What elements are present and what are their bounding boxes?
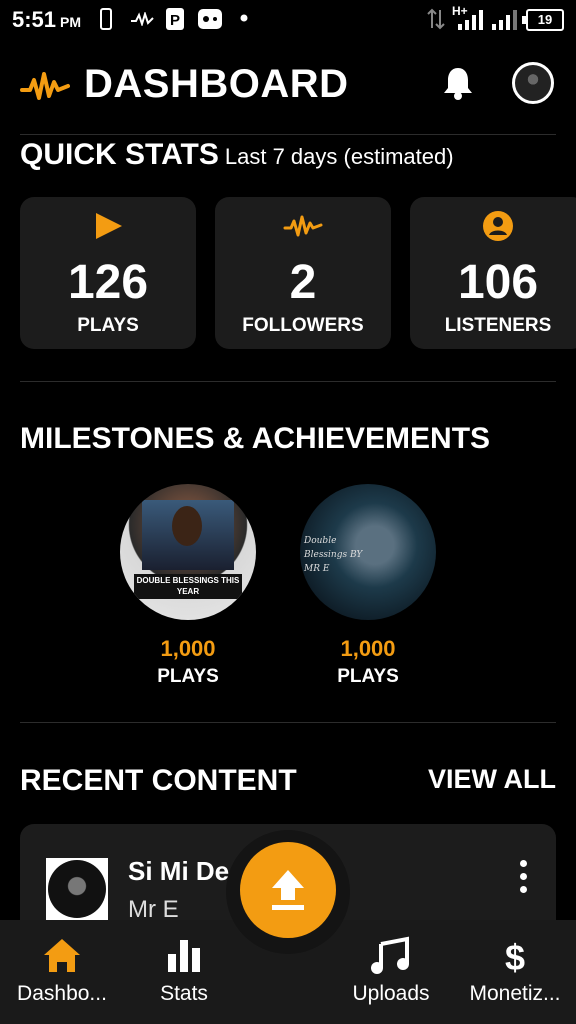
svg-text:$: $ xyxy=(505,937,525,976)
stat-value: 126 xyxy=(67,256,149,309)
divider xyxy=(20,381,556,382)
nav-label: Dashbo... xyxy=(17,982,107,1005)
milestone-item[interactable]: Double Blessings BY MR E 1,000 PLAYS xyxy=(298,484,438,688)
stat-value: 2 xyxy=(289,256,317,309)
status-bar: 5:51 PM P H+ 19 xyxy=(0,0,576,40)
audiomack-logo-icon xyxy=(20,72,70,100)
svg-text:P: P xyxy=(170,12,180,29)
upload-icon xyxy=(272,870,304,910)
milestone-value: 1,000 xyxy=(340,636,396,661)
divider xyxy=(20,134,556,135)
signal-icon xyxy=(458,10,483,30)
milestone-artwork: DOUBLE BLESSINGS THIS YEAR xyxy=(120,484,256,620)
milestone-item[interactable]: DOUBLE BLESSINGS THIS YEAR 1,000 PLAYS xyxy=(118,484,258,688)
nav-item-stats[interactable]: Stats xyxy=(124,920,244,1024)
bell-icon[interactable] xyxy=(442,66,474,100)
app-header: DASHBOARD xyxy=(0,56,576,120)
more-options-icon[interactable] xyxy=(520,860,528,899)
stat-label: PLAYS xyxy=(77,315,139,336)
audiomack-logo-icon xyxy=(283,215,323,237)
nav-label: Uploads xyxy=(352,982,430,1005)
nav-item-dashboard[interactable]: Dashbo... xyxy=(2,920,122,1024)
gamepad-icon xyxy=(198,9,222,29)
stat-label: FOLLOWERS xyxy=(242,315,364,336)
user-circle-icon xyxy=(483,211,513,241)
stat-value: 106 xyxy=(457,256,539,309)
recent-content-heading: RECENT CONTENT xyxy=(20,764,297,797)
milestone-label: PLAYS xyxy=(337,666,399,687)
milestone-value: 1,000 xyxy=(160,636,216,661)
artwork-caption: DOUBLE BLESSINGS THIS YEAR xyxy=(134,574,242,599)
view-all-link[interactable]: VIEW ALL xyxy=(428,764,556,795)
bar-chart-icon xyxy=(168,940,200,972)
notification-dot-icon xyxy=(240,14,248,22)
artwork-caption: Double Blessings BY MR E xyxy=(304,536,363,574)
data-transfer-icon xyxy=(427,8,445,30)
nav-label: Stats xyxy=(160,982,208,1005)
play-icon xyxy=(96,213,122,239)
milestones-heading: MILESTONES & ACHIEVEMENTS xyxy=(20,422,491,455)
divider xyxy=(20,722,556,723)
milestone-artwork: Double Blessings BY MR E xyxy=(300,484,436,620)
music-note-icon xyxy=(371,936,409,974)
audiomack-logo-icon xyxy=(131,12,154,26)
nav-item-uploads[interactable]: Uploads xyxy=(331,920,451,1024)
nav-item-monetization[interactable]: $ Monetiz... xyxy=(455,920,575,1024)
quick-stats-heading: QUICK STATS Last 7 days (estimated) xyxy=(20,138,454,171)
nav-label: Monetiz... xyxy=(469,982,561,1005)
upload-button[interactable] xyxy=(240,842,336,938)
avatar[interactable] xyxy=(512,62,554,104)
stat-card-plays[interactable]: 126 PLAYS xyxy=(20,197,196,349)
home-icon xyxy=(44,939,80,972)
track-thumbnail xyxy=(46,858,108,920)
stat-card-followers[interactable]: 2 FOLLOWERS xyxy=(215,197,391,349)
phone-icon xyxy=(100,8,112,30)
milestone-label: PLAYS xyxy=(157,666,219,687)
signal-icon-2 xyxy=(492,10,517,30)
dollar-icon: $ xyxy=(505,937,525,976)
stat-card-listeners[interactable]: 106 LISTENERS xyxy=(410,197,576,349)
page-title: DASHBOARD xyxy=(84,62,349,106)
p-app-icon: P xyxy=(166,8,184,30)
track-title: Si Mi De xyxy=(128,856,230,886)
status-time: 5:51 PM xyxy=(12,7,82,32)
battery-icon: 19 xyxy=(522,9,564,31)
stat-label: LISTENERS xyxy=(444,315,552,336)
